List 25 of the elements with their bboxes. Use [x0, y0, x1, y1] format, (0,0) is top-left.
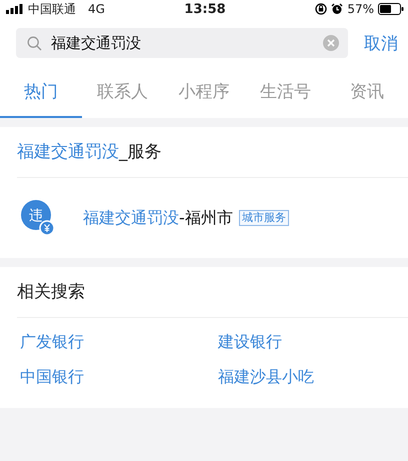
clear-icon[interactable]: [323, 35, 339, 51]
battery-percent: 57%: [347, 2, 374, 16]
network-type: 4G: [88, 2, 105, 16]
carrier-name: 中国联通: [28, 0, 76, 18]
search-field[interactable]: 福建交通罚没: [16, 28, 348, 58]
related-search-link[interactable]: 中国银行: [20, 367, 218, 388]
category-tab[interactable]: 小程序: [163, 66, 245, 118]
cancel-button[interactable]: 取消: [364, 32, 398, 54]
signal-icon: [6, 4, 24, 14]
category-tab[interactable]: 联系人: [82, 66, 164, 118]
category-tab[interactable]: 生活号: [244, 66, 326, 118]
related-search-link[interactable]: 福建沙县小吃: [218, 367, 408, 388]
category-tab[interactable]: 热门: [0, 66, 82, 118]
battery-icon: [378, 3, 404, 15]
service-tag: 城市服务: [238, 210, 289, 226]
service-link[interactable]: 福建交通罚没-福州市: [83, 208, 233, 228]
search-icon: [27, 36, 42, 50]
rotation-lock-icon: [315, 3, 328, 15]
category-tab[interactable]: 资讯: [326, 66, 408, 118]
related-search-link[interactable]: 建设银行: [218, 332, 408, 353]
related-search-link[interactable]: 广发银行: [20, 332, 218, 353]
alarm-icon: [331, 3, 344, 15]
section-title: 相关搜索: [17, 281, 86, 304]
section-title[interactable]: 福建交通罚没_服务: [17, 127, 408, 177]
status-time: 13:58: [184, 2, 226, 16]
